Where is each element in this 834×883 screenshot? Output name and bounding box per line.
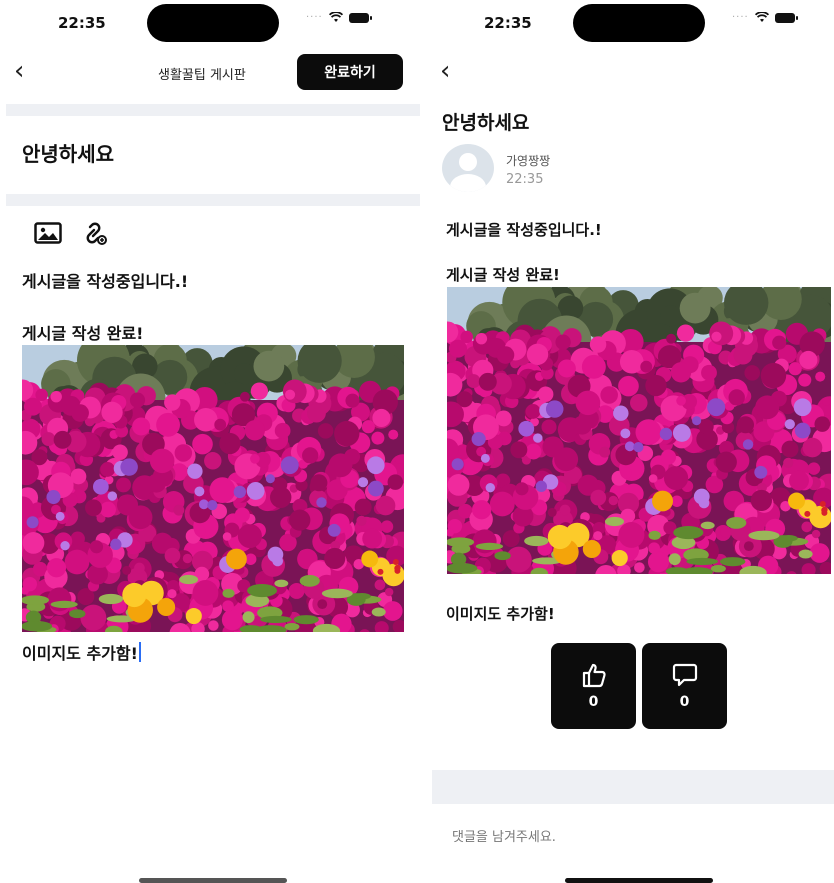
dynamic-island bbox=[147, 4, 279, 42]
wifi-icon bbox=[328, 12, 343, 22]
editor-screen: 22:35 ···· ‹ 생활꿀팁 게시판 완료하기 안녕하세요 게시글을 작성… bbox=[6, 0, 420, 883]
battery-icon bbox=[774, 12, 798, 23]
body-line-3-row: 이미지도 추가함! bbox=[22, 640, 141, 664]
post-time: 22:35 bbox=[506, 172, 544, 187]
post-title-input[interactable]: 안녕하세요 bbox=[22, 138, 114, 167]
comment-section-divider bbox=[432, 770, 834, 804]
comment-input[interactable]: 댓글을 남겨주세요. bbox=[452, 826, 556, 845]
home-indicator bbox=[565, 878, 713, 883]
flower-photo bbox=[447, 287, 831, 574]
status-time: 22:35 bbox=[484, 14, 532, 32]
text-cursor bbox=[138, 642, 141, 662]
divider bbox=[6, 194, 420, 206]
body-line-2[interactable]: 게시글 작성 완료! bbox=[22, 320, 143, 344]
comment-count: 0 bbox=[679, 694, 690, 710]
like-count: 0 bbox=[588, 694, 599, 710]
status-bar: 22:35 ···· bbox=[6, 0, 420, 44]
thumbs-up-icon bbox=[582, 663, 606, 688]
cellular-signal-icon: ···· bbox=[732, 12, 749, 23]
body-line-3: 이미지도 추가함! bbox=[446, 605, 555, 623]
status-time: 22:35 bbox=[58, 14, 106, 32]
image-icon[interactable] bbox=[34, 222, 62, 244]
status-indicators: ···· bbox=[732, 12, 798, 23]
divider bbox=[6, 104, 420, 116]
post-title: 안녕하세요 bbox=[442, 112, 530, 134]
post-detail-screen: 22:35 ···· ‹ 안녕하세요 가영짱짱 22:35 게시글을 작성중입니… bbox=[432, 0, 834, 883]
like-button[interactable]: 0 bbox=[551, 643, 636, 729]
body-line-2: 게시글 작성 완료! bbox=[446, 266, 560, 284]
home-indicator bbox=[139, 878, 287, 883]
body-line-1[interactable]: 게시글을 작성중입니다.! bbox=[22, 268, 188, 292]
status-bar: 22:35 ···· bbox=[432, 0, 834, 44]
avatar bbox=[442, 144, 494, 192]
status-indicators: ···· bbox=[306, 12, 372, 23]
done-button[interactable]: 완료하기 bbox=[297, 54, 403, 90]
back-chevron-icon[interactable]: ‹ bbox=[440, 58, 450, 84]
body-line-1: 게시글을 작성중입니다.! bbox=[446, 221, 602, 239]
wifi-icon bbox=[754, 12, 769, 22]
comment-button[interactable]: 0 bbox=[642, 643, 727, 729]
back-chevron-icon[interactable]: ‹ bbox=[14, 58, 24, 84]
author-name: 가영짱짱 bbox=[506, 154, 551, 168]
speech-bubble-icon bbox=[672, 663, 697, 687]
link-icon[interactable] bbox=[80, 219, 110, 247]
battery-icon bbox=[348, 12, 372, 23]
cellular-signal-icon: ···· bbox=[306, 12, 323, 23]
board-title: 생활꿀팁 게시판 bbox=[158, 68, 246, 83]
flower-photo bbox=[22, 345, 404, 632]
dynamic-island bbox=[573, 4, 705, 42]
body-line-3[interactable]: 이미지도 추가함! bbox=[22, 640, 138, 664]
